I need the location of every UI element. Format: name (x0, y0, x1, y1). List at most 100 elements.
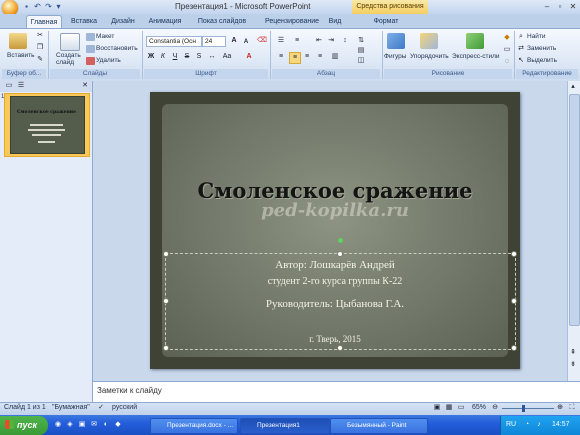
shape-effects-icon[interactable]: ◌ (502, 57, 512, 67)
tab-animation[interactable]: Анимация (145, 15, 185, 28)
select-button[interactable]: Выделить (527, 57, 557, 64)
zoom-slider[interactable] (502, 408, 554, 409)
quick-launch-icon[interactable]: ◐ (101, 420, 111, 430)
input-language[interactable]: RU (506, 421, 516, 428)
reset-button[interactable]: Восстановить (96, 45, 138, 52)
replace-button[interactable]: Заменить (527, 45, 556, 52)
normal-view-icon[interactable]: ▣ (432, 403, 442, 413)
outline-tab-icon[interactable]: ☰ (16, 81, 26, 91)
zoom-level[interactable]: 65% (472, 404, 486, 411)
arrange-button[interactable]: Упорядочить (410, 53, 449, 60)
resize-handle[interactable] (337, 251, 343, 257)
resize-handle[interactable] (511, 251, 517, 257)
close-icon[interactable]: ✕ (566, 1, 580, 12)
font-color-icon[interactable]: A (244, 52, 254, 62)
zoom-slider-thumb[interactable] (522, 405, 525, 412)
resize-handle[interactable] (163, 251, 169, 257)
shrink-font-icon[interactable]: A (241, 37, 251, 47)
italic-icon[interactable]: К (158, 52, 168, 62)
customize-quick-access-icon[interactable]: ▾ (54, 2, 63, 11)
slides-tab-icon[interactable]: ▭ (4, 81, 14, 91)
decrease-indent-icon[interactable]: ⇤ (314, 36, 324, 46)
tab-view[interactable]: Вид (322, 15, 348, 28)
format-painter-icon[interactable]: ✎ (35, 55, 45, 65)
notes-pane[interactable] (93, 381, 580, 403)
taskbar-item-word[interactable]: Презентация.docx - ... (150, 418, 238, 434)
layout-button[interactable]: Макет (96, 33, 114, 40)
previous-slide-icon[interactable]: ⇞ (568, 348, 578, 358)
taskbar-item-powerpoint[interactable]: Презентация1 (240, 418, 330, 434)
volume-icon[interactable]: ♪ (534, 420, 544, 430)
tab-review[interactable]: Рецензирование (256, 15, 328, 28)
resize-handle[interactable] (163, 345, 169, 351)
cut-icon[interactable]: ✂ (35, 31, 45, 41)
justify-icon[interactable]: ≡ (315, 52, 325, 62)
tab-insert[interactable]: Вставка (66, 15, 102, 28)
next-slide-icon[interactable]: ⇟ (568, 360, 578, 370)
char-spacing-icon[interactable]: ↔ (207, 52, 217, 62)
tray-icon[interactable]: ◔ (522, 420, 532, 430)
zoom-in-icon[interactable]: ⊕ (555, 403, 565, 413)
columns-icon[interactable]: ▥ (330, 52, 340, 62)
new-slide-icon[interactable] (60, 33, 80, 51)
zoom-out-icon[interactable]: ⊖ (490, 403, 500, 413)
align-text-icon[interactable]: ▤ (356, 46, 366, 56)
shapes-button[interactable]: Фигуры (384, 53, 406, 60)
tab-home[interactable]: Главная (26, 15, 62, 29)
shadow-icon[interactable]: S (194, 52, 204, 62)
text-direction-icon[interactable]: ⇅ (356, 36, 366, 46)
grow-font-icon[interactable]: A (229, 36, 239, 46)
bullets-icon[interactable]: ☰ (276, 36, 286, 46)
supervisor-line[interactable]: Руководитель: Цыбанова Г.А. (150, 298, 520, 310)
find-button[interactable]: Найти (527, 33, 546, 40)
underline-icon[interactable]: Ч (170, 52, 180, 62)
quick-styles-icon[interactable] (466, 33, 484, 49)
quick-launch-icon[interactable]: ◈ (65, 420, 75, 430)
bold-icon[interactable]: Ж (146, 52, 156, 62)
slideshow-view-icon[interactable]: ▭ (456, 403, 466, 413)
resize-handle[interactable] (337, 345, 343, 351)
font-name-dropdown[interactable]: Constantia (Осн (146, 36, 202, 47)
align-right-icon[interactable]: ≡ (302, 52, 312, 62)
author-line[interactable]: Автор: Лошкарёв Андрей (150, 259, 520, 271)
new-slide-button[interactable]: Создать слайд (56, 52, 86, 66)
arrange-icon[interactable] (420, 33, 438, 49)
minimize-icon[interactable]: – (540, 1, 554, 12)
resize-handle[interactable] (511, 345, 517, 351)
shapes-icon[interactable] (387, 33, 405, 49)
shape-fill-icon[interactable]: ◆ (502, 33, 512, 43)
student-line[interactable]: студент 2-го курса группы К-22 (150, 276, 520, 287)
increase-indent-icon[interactable]: ⇥ (326, 36, 336, 46)
tab-design[interactable]: Дизайн (106, 15, 140, 28)
change-case-icon[interactable]: Aa (222, 52, 232, 62)
delete-button[interactable]: Удалить (96, 57, 121, 64)
taskbar-item-paint[interactable]: Безымянный - Paint (330, 418, 428, 434)
maximize-icon[interactable]: ▫ (553, 1, 567, 12)
tab-format[interactable]: Формат (368, 15, 404, 28)
notes-placeholder[interactable]: Заметки к слайду (97, 386, 162, 395)
start-button[interactable]: пуск (0, 416, 48, 435)
quick-launch-icon[interactable]: ◆ (113, 420, 123, 430)
align-center-icon[interactable]: ≡ (289, 52, 301, 64)
font-size-dropdown[interactable]: 24 (202, 36, 226, 47)
copy-icon[interactable]: ❐ (35, 43, 45, 53)
scrollbar-thumb[interactable] (569, 94, 580, 326)
quick-launch-icon[interactable]: ✉ (89, 420, 99, 430)
redo-icon[interactable]: ↷ (44, 2, 53, 11)
align-left-icon[interactable]: ≡ (276, 52, 286, 62)
quick-launch-icon[interactable]: ◉ (53, 420, 63, 430)
rotation-handle[interactable] (338, 238, 343, 243)
city-year-line[interactable]: г. Тверь, 2015 (150, 334, 520, 344)
close-panel-icon[interactable]: ✕ (80, 81, 90, 91)
fit-to-window-icon[interactable]: ⛶ (567, 403, 577, 413)
language-indicator[interactable]: русский (112, 404, 137, 411)
slide-sorter-icon[interactable]: ▦ (444, 403, 454, 413)
tab-slide-show[interactable]: Показ слайдов (194, 15, 250, 28)
paste-button[interactable]: Вставить (7, 52, 35, 59)
smartart-icon[interactable]: ◫ (356, 56, 366, 66)
scroll-up-icon[interactable]: ▴ (568, 82, 578, 92)
paste-icon[interactable] (9, 33, 27, 49)
spelling-icon[interactable]: ✓ (96, 403, 106, 413)
quick-styles-button[interactable]: Экспресс-стили (452, 53, 500, 60)
quick-launch-icon[interactable]: ▣ (77, 420, 87, 430)
